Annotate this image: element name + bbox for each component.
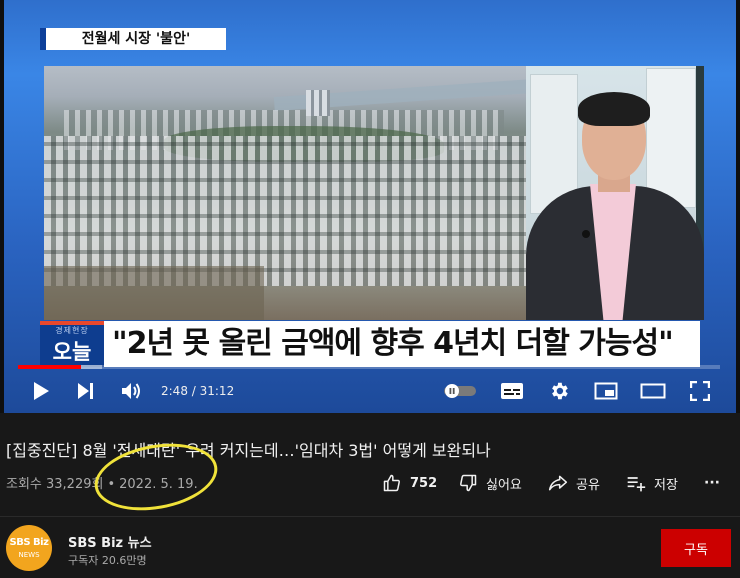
tower-buildings — [306, 90, 330, 116]
share-button[interactable]: 공유 — [548, 470, 600, 496]
anchor-hair — [578, 92, 650, 126]
control-bar: 2:48 / 31:12 — [0, 372, 740, 410]
subscribe-button[interactable]: 구독 — [661, 529, 731, 567]
like-button[interactable]: 752 — [382, 470, 437, 496]
thumbs-up-icon — [383, 474, 400, 492]
low-rise-area — [44, 266, 264, 320]
city-aerial-image — [44, 66, 526, 320]
playlist-add-icon — [627, 477, 646, 492]
more-actions-button[interactable]: ··· — [704, 470, 720, 496]
theater-mode-icon — [640, 383, 666, 399]
theater-mode-button[interactable] — [638, 378, 668, 404]
avatar-text: SBS Biz — [9, 537, 49, 548]
lower-third-caption: 경제현장 오늘 "2년 못 올린 금액에 향후 4년치 더할 가능성" — [40, 321, 700, 367]
next-icon — [78, 383, 93, 399]
gear-icon — [552, 382, 568, 400]
share-icon — [548, 475, 568, 491]
logo-small-text: 경제현장 — [55, 326, 89, 335]
miniplayer-button[interactable] — [592, 378, 620, 404]
lower-third-headline: "2년 못 올린 금액에 향후 4년치 더할 가능성" — [112, 326, 674, 361]
volume-button[interactable] — [118, 378, 146, 404]
save-label: 저장 — [654, 477, 678, 493]
progress-bar[interactable] — [18, 365, 720, 369]
top-caption: 전월세 시장 '불안' — [40, 28, 226, 50]
subtitles-button[interactable] — [498, 378, 526, 404]
subtitles-icon — [501, 383, 523, 399]
program-logo: 경제현장 오늘 — [40, 321, 104, 367]
dislike-label: 싫어요 — [486, 477, 522, 493]
time-display: 2:48 / 31:12 — [161, 384, 235, 398]
autoplay-toggle[interactable] — [442, 378, 478, 404]
video-title: [집중진단] 8월 '전세대란' 우려 커지는데…'임대차 3법' 어떻게 보완… — [6, 441, 491, 460]
subscriber-count: 구독자 20.6만명 — [68, 554, 147, 567]
divider — [0, 516, 740, 517]
logo-big-text: 오늘 — [52, 340, 92, 364]
autoplay-toggle-icon — [444, 384, 476, 398]
fullscreen-icon — [690, 381, 710, 401]
save-button[interactable]: 저장 — [626, 470, 678, 496]
settings-button[interactable] — [546, 378, 572, 404]
view-count: 조회수 33,229회 — [6, 477, 104, 492]
share-label: 공유 — [576, 477, 600, 493]
anchor-image — [526, 66, 704, 320]
apartment-blocks — [44, 136, 526, 286]
channel-avatar[interactable]: SBS Biz NEWS — [6, 525, 52, 571]
miniplayer-icon — [594, 382, 618, 400]
more-icon: ··· — [704, 475, 720, 491]
play-icon — [34, 382, 49, 400]
fullscreen-button[interactable] — [688, 378, 712, 404]
studio-panel — [646, 68, 696, 208]
video-player[interactable]: 전월세 시장 '불안' 경제현장 오늘 "2년 못 올린 금액에 향후 4년치 … — [0, 0, 740, 413]
thumbs-down-icon — [460, 474, 477, 492]
like-count: 752 — [410, 475, 438, 491]
channel-name[interactable]: SBS Biz 뉴스 — [68, 532, 152, 551]
volume-icon — [122, 383, 140, 399]
avatar-subtext: NEWS — [18, 551, 40, 559]
play-button[interactable] — [28, 378, 54, 404]
next-button[interactable] — [74, 378, 98, 404]
progress-played — [18, 365, 82, 369]
lapel-mic — [582, 230, 590, 238]
dislike-button[interactable]: 싫어요 — [458, 470, 522, 496]
